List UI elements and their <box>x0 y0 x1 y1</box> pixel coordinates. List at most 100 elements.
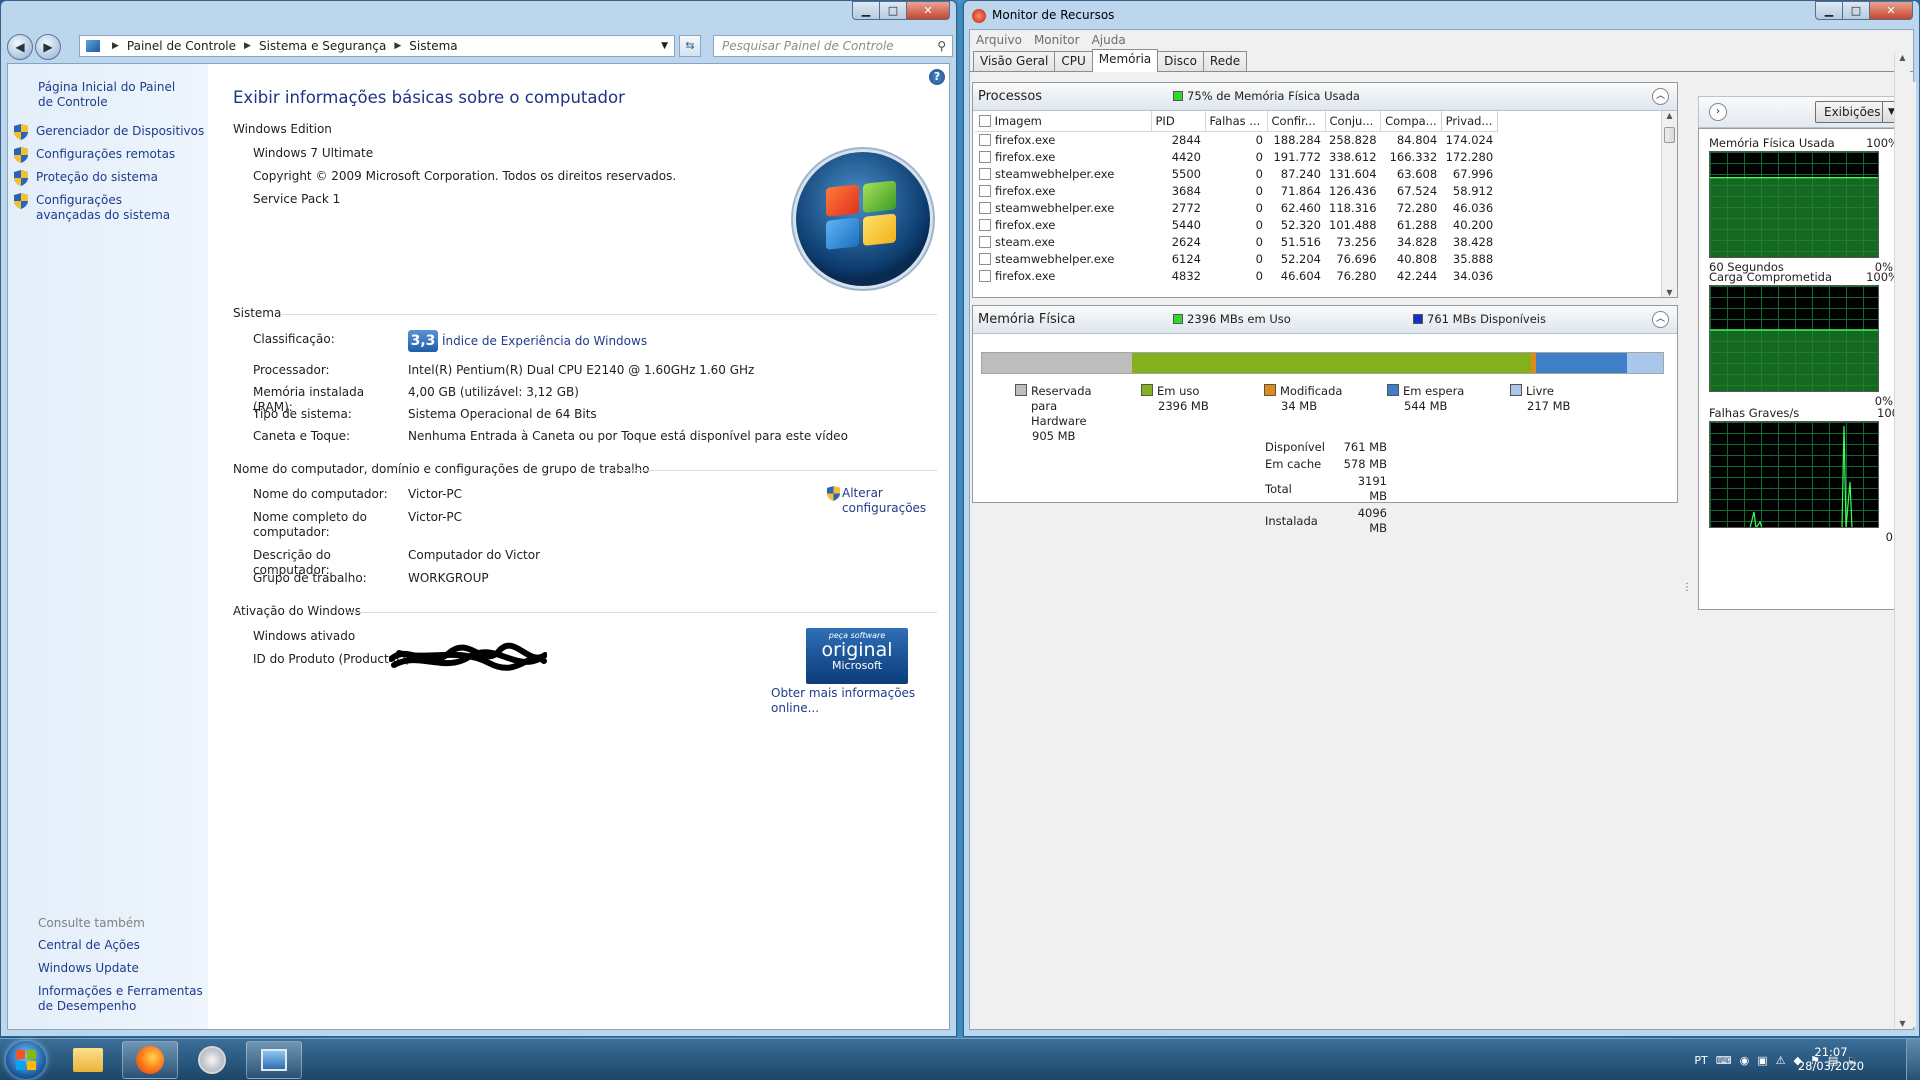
chevron-right-icon[interactable]: › <box>1709 103 1727 121</box>
breadcrumb-item[interactable]: Painel de Controle <box>127 39 236 53</box>
memory-bar-segment <box>1536 353 1627 373</box>
column-header-private[interactable]: Privad... <box>1441 111 1498 132</box>
security-icon[interactable]: ⚠ <box>1776 1054 1786 1067</box>
collapse-icon[interactable]: ︿ <box>1652 311 1669 328</box>
column-header-pid[interactable]: PID <box>1151 111 1206 132</box>
table-row[interactable]: steamwebhelper.exe 6124 0 52.204 76.696 40.80… <box>975 250 1497 267</box>
keyboard-icon[interactable]: ⌨ <box>1716 1054 1732 1067</box>
row-checkbox[interactable] <box>979 269 991 282</box>
taskbar-app[interactable] <box>184 1041 240 1079</box>
processes-scrollbar[interactable]: ▲ ▼ <box>1661 111 1677 297</box>
see-also-header: Consulte também <box>38 916 145 930</box>
menu-file[interactable]: Arquivo <box>976 33 1022 47</box>
forward-button[interactable]: ▶ <box>35 34 61 60</box>
more-info-online-link[interactable]: Obter mais informações online... <box>771 686 949 716</box>
column-header-commit[interactable]: Confir... <box>1267 111 1326 132</box>
column-header-faults[interactable]: Falhas ... <box>1205 111 1268 132</box>
close-button[interactable]: ✕ <box>1869 1 1913 20</box>
row-checkbox[interactable] <box>979 201 991 214</box>
chevron-down-icon[interactable]: ▼ <box>661 41 668 51</box>
tab-cpu[interactable]: CPU <box>1054 51 1093 71</box>
tab-network[interactable]: Rede <box>1202 51 1248 71</box>
select-all-checkbox[interactable] <box>979 114 991 127</box>
table-row[interactable]: firefox.exe 4832 0 46.604 76.280 42.244 34.036 <box>975 267 1497 284</box>
table-cell: 2624 <box>1171 234 1201 249</box>
refresh-button[interactable]: ⇆ <box>679 35 701 57</box>
tab-disk[interactable]: Disco <box>1157 51 1204 71</box>
pane-splitter[interactable]: ⋮ <box>1682 582 1692 593</box>
breadcrumb-item[interactable]: Sistema <box>409 39 457 53</box>
column-header-shareable[interactable]: Compa... <box>1380 111 1442 132</box>
row-checkbox[interactable] <box>979 133 991 146</box>
processes-table: Imagem PID Falhas ... Confir... Conju...… <box>975 111 1498 284</box>
breadcrumb-separator-icon: ▶ <box>394 41 402 51</box>
clock[interactable]: 21:07 28/03/2020 <box>1796 1045 1866 1073</box>
scrollbar-thumb[interactable] <box>1664 127 1675 143</box>
menu-monitor[interactable]: Monitor <box>1034 33 1080 47</box>
rating-badge[interactable]: 3,3 <box>408 330 438 352</box>
maximize-button[interactable]: □ <box>1842 1 1870 20</box>
table-row[interactable]: firefox.exe 3684 0 71.864 126.436 67.524 58.91… <box>975 182 1497 199</box>
steam-icon[interactable]: ◉ <box>1740 1054 1750 1067</box>
language-indicator[interactable]: PT <box>1694 1054 1707 1067</box>
legend-swatch <box>1173 91 1183 101</box>
taskbar-firefox[interactable] <box>122 1041 178 1079</box>
graph-title: Carga Comprometida <box>1709 270 1833 284</box>
see-also-link-windows-update[interactable]: Windows Update <box>38 961 203 976</box>
table-row[interactable]: steamwebhelper.exe 5500 0 87.240 131.604 63.6… <box>975 165 1497 182</box>
show-desktop-button[interactable] <box>1906 1039 1920 1080</box>
control-panel-home-link[interactable]: Página Inicial do Painel de Controle <box>38 80 192 110</box>
close-button[interactable]: ✕ <box>906 1 950 20</box>
tab-memory[interactable]: Memória <box>1091 49 1159 72</box>
minimize-button[interactable]: ▁ <box>1815 1 1843 20</box>
breadcrumb-item[interactable]: Sistema e Segurança <box>259 39 386 53</box>
taskbar-resource-monitor[interactable] <box>246 1041 302 1079</box>
processes-header[interactable]: Processos 75% de Memória Física Usada ︿ <box>973 83 1677 111</box>
minimize-button[interactable]: ▁ <box>852 1 880 20</box>
row-checkbox[interactable] <box>979 252 991 265</box>
rm-scrollbar[interactable]: ▲ ▼ <box>1894 53 1910 1028</box>
control-panel-titlebar: ▁ □ ✕ <box>1 1 956 29</box>
table-row[interactable]: steam.exe 2624 0 51.516 73.256 34.828 38.428 <box>975 233 1497 250</box>
search-input[interactable]: Pesquisar Painel de Controle ⚲ <box>713 35 953 57</box>
task-remote-settings[interactable]: Configurações remotas <box>14 147 208 163</box>
table-row[interactable]: steamwebhelper.exe 2772 0 62.460 118.316 72.2… <box>975 199 1497 216</box>
full-name-value: Victor-PC <box>408 510 463 524</box>
table-row[interactable]: firefox.exe 2844 0 188.284 258.828 84.804 174.… <box>975 131 1497 148</box>
row-checkbox[interactable] <box>979 184 991 197</box>
help-icon[interactable]: ? <box>929 69 945 85</box>
task-device-manager[interactable]: Gerenciador de Dispositivos <box>14 124 208 140</box>
table-row[interactable]: firefox.exe 5440 0 52.320 101.488 61.288 40.20… <box>975 216 1497 233</box>
tab-overview[interactable]: Visão Geral <box>973 51 1056 71</box>
taskbar-explorer[interactable] <box>60 1041 116 1079</box>
row-checkbox[interactable] <box>979 235 991 248</box>
column-header-working-set[interactable]: Conju... <box>1325 111 1382 132</box>
display-icon[interactable]: ▣ <box>1757 1054 1767 1067</box>
row-checkbox[interactable] <box>979 167 991 180</box>
row-checkbox[interactable] <box>979 150 991 163</box>
graph-plot <box>1709 151 1879 258</box>
table-cell: 191.772 <box>1273 149 1321 164</box>
back-button[interactable]: ◀ <box>7 34 33 60</box>
graph-area <box>1710 178 1878 257</box>
views-button[interactable]: Exibições ▼ <box>1815 101 1901 123</box>
stat-row: Total 3191 MB <box>1265 474 1387 503</box>
collapse-icon[interactable]: ︿ <box>1652 88 1669 105</box>
experience-index-link[interactable]: Índice de Experiência do Windows <box>442 334 647 349</box>
search-icon[interactable]: ⚲ <box>937 36 946 56</box>
start-button[interactable] <box>6 1041 46 1079</box>
row-checkbox[interactable] <box>979 218 991 231</box>
change-settings-link[interactable]: Alterar configurações <box>827 486 926 516</box>
task-system-protection[interactable]: Proteção do sistema <box>14 170 208 186</box>
address-bar[interactable]: ▶ Painel de Controle ▶ Sistema e Seguran… <box>79 35 675 57</box>
genuine-microsoft-badge[interactable]: peça software original Microsoft <box>806 628 908 684</box>
physical-memory-header[interactable]: Memória Física 2396 MBs em Uso 761 MBs D… <box>973 306 1677 334</box>
task-advanced-settings[interactable]: Configurações avançadas do sistema <box>14 193 208 223</box>
table-row[interactable]: firefox.exe 4420 0 191.772 338.612 166.332 172… <box>975 148 1497 165</box>
table-cell: 76.696 <box>1336 251 1377 266</box>
column-header-image[interactable]: Imagem <box>975 111 1152 132</box>
menu-help[interactable]: Ajuda <box>1092 33 1126 47</box>
maximize-button[interactable]: □ <box>879 1 907 20</box>
see-also-link-action-center[interactable]: Central de Ações <box>38 938 203 953</box>
see-also-link-performance[interactable]: Informações e Ferramentas de Desempenho <box>38 984 203 1014</box>
